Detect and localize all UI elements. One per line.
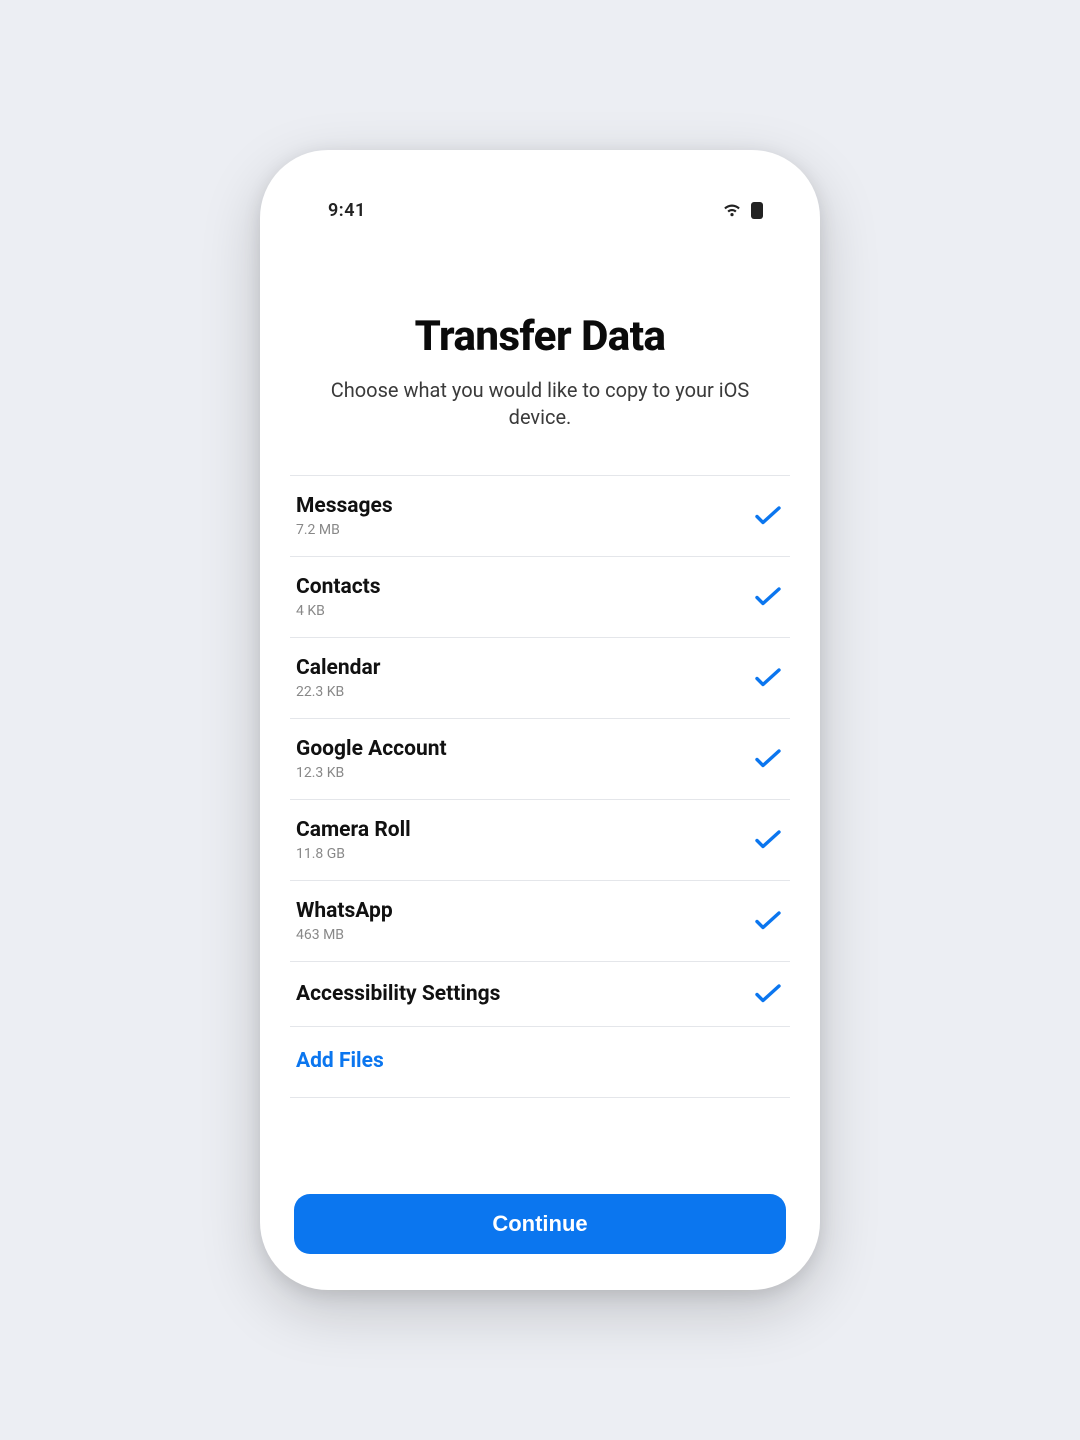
list-item-size: 4 KB: [296, 603, 381, 619]
add-files-button[interactable]: Add Files: [296, 1049, 384, 1073]
list-item[interactable]: Accessibility Settings: [290, 962, 790, 1027]
status-icons: [722, 200, 764, 220]
checkmark-icon: [754, 907, 782, 935]
list-item-label: Accessibility Settings: [296, 982, 500, 1006]
list-item-text: Camera Roll 11.8 GB: [296, 818, 411, 862]
list-item-size: 12.3 KB: [296, 765, 447, 781]
list-item-label: Contacts: [296, 575, 381, 599]
phone-frame: 9:41 Transfer Data Choose what you would…: [260, 150, 820, 1290]
status-time: 9:41: [328, 200, 366, 221]
list-item[interactable]: Calendar 22.3 KB: [290, 638, 790, 719]
list-item[interactable]: Contacts 4 KB: [290, 557, 790, 638]
list-item-text: Messages 7.2 MB: [296, 494, 393, 538]
footer: Continue: [290, 1194, 790, 1254]
checkmark-icon: [754, 745, 782, 773]
list-item-text: Accessibility Settings: [296, 982, 500, 1006]
list-item[interactable]: Google Account 12.3 KB: [290, 719, 790, 800]
checkmark-icon: [754, 664, 782, 692]
list-item-label: Camera Roll: [296, 818, 411, 842]
list-item-text: Contacts 4 KB: [296, 575, 381, 619]
page-title: Transfer Data: [308, 312, 772, 361]
checkmark-icon: [754, 583, 782, 611]
continue-button[interactable]: Continue: [294, 1194, 786, 1254]
list-item-text: Calendar 22.3 KB: [296, 656, 380, 700]
battery-icon: [750, 200, 764, 220]
transfer-item-list: Messages 7.2 MB Contacts 4 KB Calendar 2…: [290, 475, 790, 1098]
list-item-label: Messages: [296, 494, 393, 518]
list-item-size: 7.2 MB: [296, 522, 393, 538]
checkmark-icon: [754, 502, 782, 530]
list-item-size: 463 MB: [296, 927, 393, 943]
wifi-icon: [722, 202, 742, 218]
list-item-label: Google Account: [296, 737, 447, 761]
add-files-row: Add Files: [290, 1027, 790, 1098]
page-header: Transfer Data Choose what you would like…: [290, 312, 790, 431]
list-item-text: Google Account 12.3 KB: [296, 737, 447, 781]
checkmark-icon: [754, 826, 782, 854]
list-item[interactable]: WhatsApp 463 MB: [290, 881, 790, 962]
list-item-label: WhatsApp: [296, 899, 393, 923]
list-item-text: WhatsApp 463 MB: [296, 899, 393, 943]
page-subtitle: Choose what you would like to copy to yo…: [308, 377, 772, 431]
list-item-size: 22.3 KB: [296, 684, 380, 700]
list-item[interactable]: Messages 7.2 MB: [290, 476, 790, 557]
status-bar: 9:41: [290, 196, 790, 224]
list-item-label: Calendar: [296, 656, 380, 680]
list-item-size: 11.8 GB: [296, 846, 411, 862]
list-item[interactable]: Camera Roll 11.8 GB: [290, 800, 790, 881]
checkmark-icon: [754, 980, 782, 1008]
